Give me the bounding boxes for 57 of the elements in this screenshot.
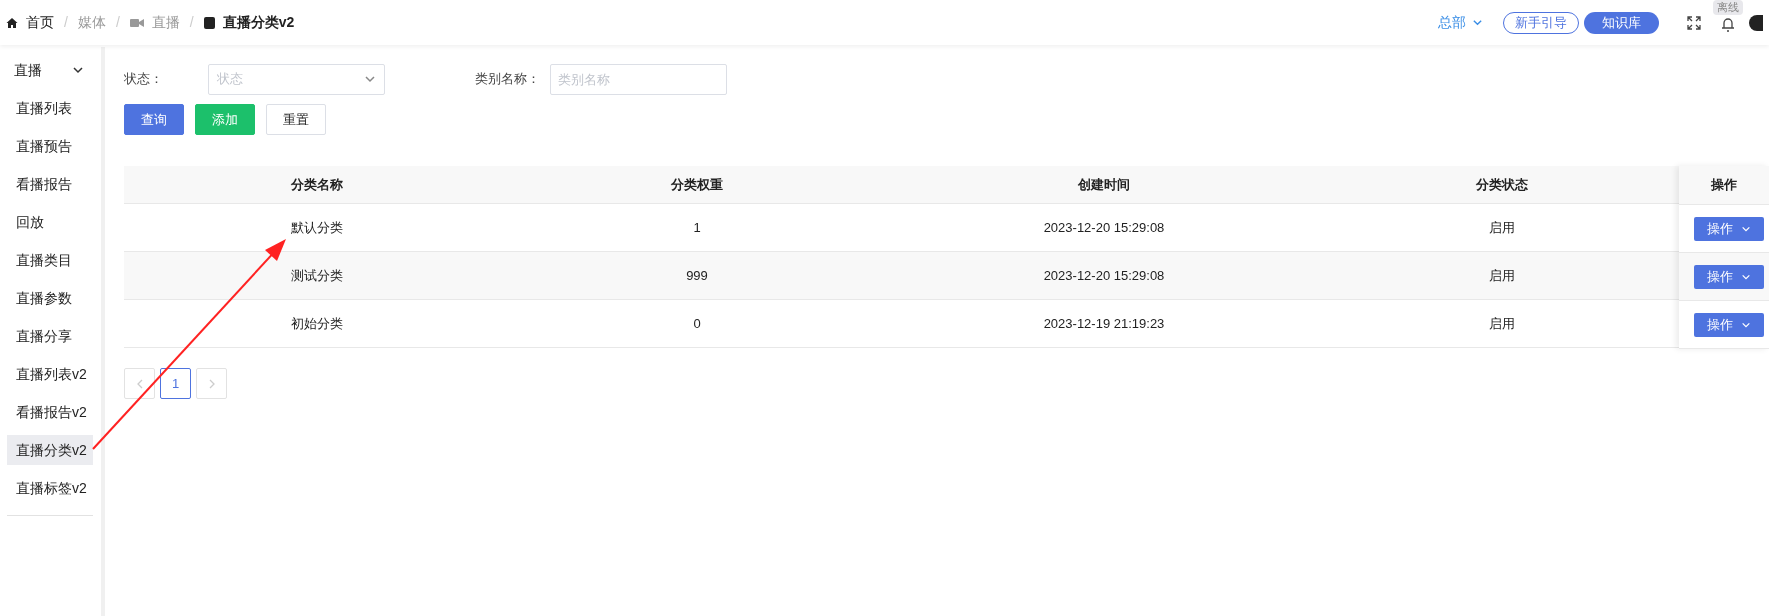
sidebar-item[interactable]: 直播列表v2 bbox=[7, 359, 93, 389]
chevron-right-icon bbox=[207, 378, 216, 389]
sidebar-item[interactable]: 直播标签v2 bbox=[7, 473, 93, 503]
sidebar-item[interactable]: 看播报告 bbox=[7, 169, 93, 199]
chevron-icon bbox=[72, 64, 84, 76]
sidebar-item[interactable]: 直播分类v2 bbox=[7, 435, 93, 465]
chevron-left-icon bbox=[135, 378, 144, 389]
table-cell-text: 启用 bbox=[1487, 266, 1516, 285]
table-cell-text: 启用 bbox=[1487, 218, 1516, 237]
table-cell-text: 999 bbox=[685, 266, 709, 285]
page-icon bbox=[203, 16, 215, 29]
previous-page-button[interactable] bbox=[124, 368, 155, 399]
chevron-down-icon bbox=[1472, 17, 1483, 28]
bell-icon[interactable] bbox=[1721, 16, 1735, 33]
video-camera-icon bbox=[129, 17, 144, 28]
breadcrumb-separator: / bbox=[64, 13, 68, 32]
knowledge-base-button[interactable]: 知识库 bbox=[1584, 11, 1659, 34]
sidebar-item[interactable]: 直播列表 bbox=[7, 93, 93, 123]
primary-button[interactable]: 查询 bbox=[124, 104, 184, 135]
breadcrumb-separator: / bbox=[189, 13, 194, 32]
category-name-input[interactable]: 类别名称 bbox=[550, 63, 727, 95]
action-dropdown-button[interactable]: 操作 bbox=[1694, 216, 1764, 241]
table-cell-text: 2023-12-19 21:19:23 bbox=[1042, 314, 1166, 333]
sidebar-group[interactable]: 直播 bbox=[0, 55, 94, 85]
sidebar-item[interactable]: 直播类目 bbox=[7, 245, 93, 275]
column-header: 分类状态 bbox=[1474, 175, 1529, 194]
chevron-down-icon bbox=[364, 73, 376, 85]
sidebar-item[interactable]: 回放 bbox=[7, 207, 93, 237]
table-cell-text: 启用 bbox=[1487, 314, 1516, 333]
table-cell-text: 0 bbox=[692, 314, 702, 333]
column-header: 分类权重 bbox=[670, 175, 724, 194]
column-header: 分类名称 bbox=[290, 175, 344, 194]
org-dropdown[interactable]: 总部 bbox=[1438, 12, 1483, 33]
breadcrumb-link[interactable]: 直播分类v2 bbox=[222, 12, 295, 33]
sidebar-item[interactable]: 直播参数 bbox=[7, 283, 93, 313]
action-dropdown-button[interactable]: 操作 bbox=[1694, 264, 1764, 289]
table-cell-text: 初始分类 bbox=[290, 314, 344, 333]
table-cell-text: 1 bbox=[692, 218, 702, 237]
action-dropdown-button[interactable]: 操作 bbox=[1694, 312, 1764, 337]
filter-label: 类别名称： bbox=[474, 70, 541, 89]
breadcrumb-separator: / bbox=[115, 13, 120, 32]
table-cell-text: 2023-12-20 15:29:08 bbox=[1042, 218, 1166, 237]
default-button[interactable]: 重置 bbox=[266, 104, 326, 135]
table-cell-text: 测试分类 bbox=[290, 266, 344, 285]
column-header: 创建时间 bbox=[1077, 175, 1131, 194]
sidebar-item[interactable]: 直播分享 bbox=[7, 321, 93, 351]
home-icon bbox=[6, 16, 18, 29]
filter-label: 状态： bbox=[124, 70, 164, 89]
page-button[interactable]: 1 bbox=[160, 368, 191, 399]
breadcrumb-link[interactable]: 首页 bbox=[26, 12, 54, 33]
sidebar-item[interactable]: 看播报告v2 bbox=[7, 397, 93, 427]
column-header: 操作 bbox=[1679, 166, 1769, 205]
table-cell-text: 默认分类 bbox=[290, 218, 344, 237]
fullscreen-icon[interactable] bbox=[1687, 15, 1701, 30]
sidebar-item[interactable]: 直播预告 bbox=[7, 131, 93, 161]
offline-badge: 离线 bbox=[1713, 0, 1743, 15]
table-cell-text: 2023-12-20 15:29:08 bbox=[1042, 266, 1166, 285]
